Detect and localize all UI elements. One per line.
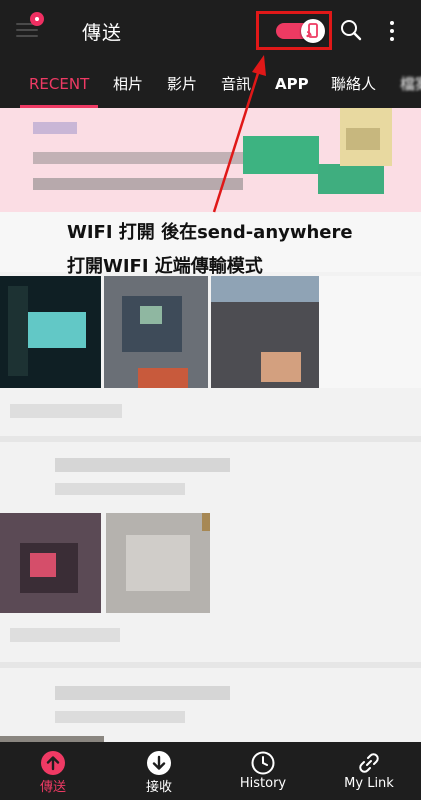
tab-photos[interactable]: 相片	[113, 62, 143, 108]
more-options-button[interactable]	[384, 19, 400, 43]
link-icon	[359, 753, 379, 773]
tab-audio[interactable]: 音訊	[221, 62, 251, 108]
screen: 傳送 RECENT 相片 影片 音訊 APP 聯絡人 檔 WIFI 打開 後在s…	[0, 0, 421, 800]
nav-receive-label: 接收	[145, 780, 172, 795]
annotation-line-2: 打開WIFI 近端傳輸模式	[67, 256, 263, 277]
annotation-line-1: WIFI 打開 後在send-anywhere	[67, 222, 353, 243]
tab-videos[interactable]: 影片	[167, 62, 197, 108]
page-title: 傳送	[82, 22, 123, 44]
upload-circle-icon	[41, 751, 65, 775]
notification-dot-icon	[30, 12, 44, 26]
thumbnail[interactable]	[106, 513, 210, 613]
tab-recent[interactable]: RECENT	[29, 62, 89, 108]
top-app-bar: 傳送	[0, 0, 421, 62]
phone-cast-icon	[306, 23, 318, 38]
menu-button[interactable]	[16, 12, 44, 40]
nav-send[interactable]: 傳送	[20, 742, 86, 800]
thumbnail[interactable]	[0, 276, 101, 388]
tab-app[interactable]: APP	[275, 62, 309, 108]
clock-icon	[251, 751, 275, 775]
list-item[interactable]	[0, 108, 421, 212]
nav-history-label: History	[239, 776, 287, 791]
nav-receive[interactable]: 接收	[126, 742, 192, 800]
nav-send-label: 傳送	[39, 780, 66, 795]
thumbnail[interactable]	[0, 513, 101, 613]
nav-mylink[interactable]: My Link	[334, 742, 404, 800]
search-icon	[341, 20, 362, 41]
tab-contacts[interactable]: 聯絡人	[331, 62, 376, 108]
recent-file-list	[0, 108, 421, 742]
tab-files[interactable]: 檔案	[400, 62, 421, 108]
download-circle-icon	[147, 751, 171, 775]
nav-history[interactable]: History	[228, 742, 298, 800]
thumbnail[interactable]	[211, 276, 319, 388]
bottom-navigation: 傳送 接收 History My Link	[0, 742, 421, 800]
thumbnail[interactable]	[104, 276, 208, 388]
category-tabs: RECENT 相片 影片 音訊 APP 聯絡人 檔案	[0, 62, 421, 108]
nav-mylink-label: My Link	[344, 776, 394, 791]
nearby-mode-toggle-knob[interactable]	[301, 19, 325, 43]
nearby-mode-highlight-box	[256, 11, 332, 50]
search-button[interactable]	[340, 19, 362, 41]
